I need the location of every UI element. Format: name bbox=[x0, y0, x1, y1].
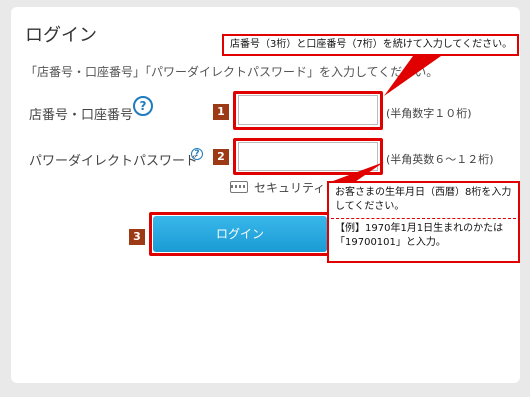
annotation-right: お客さまの生年月日（西暦）8桁を入力してください。 【例】1970年1月1日生ま… bbox=[327, 181, 520, 263]
annotation-right-line1: お客さまの生年月日（西暦）8桁を入力してください。 bbox=[335, 187, 512, 212]
annotation-divider bbox=[331, 218, 516, 219]
annotation-top: 店番号（3桁）と口座番号（7桁）を続けて入力してください。 bbox=[222, 34, 519, 56]
arrow-top bbox=[384, 56, 441, 96]
annotation-right-line2: 【例】1970年1月1日生まれのかたは「19700101」と入力。 bbox=[335, 223, 504, 248]
